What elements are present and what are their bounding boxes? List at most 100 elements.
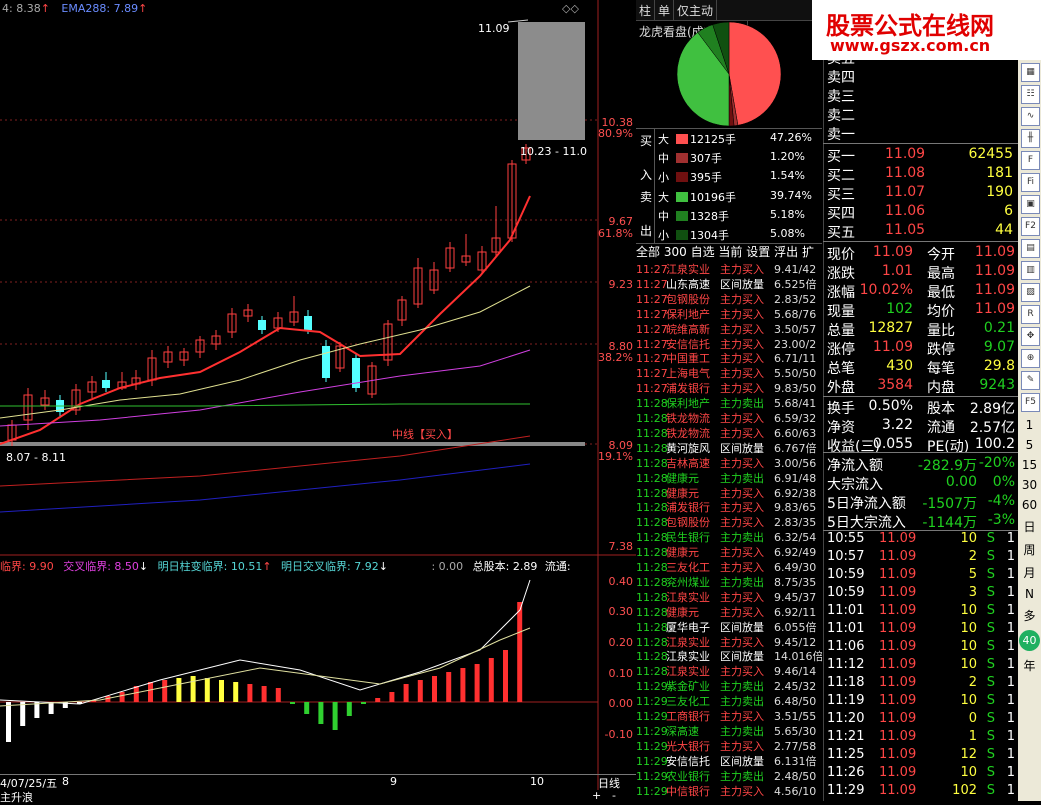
radar-tab[interactable]: 当前 (718, 245, 742, 259)
f10-icon[interactable]: F (1021, 151, 1040, 170)
radar-row[interactable]: 11:27中国重工 主力买入 6.71/11 (636, 350, 822, 365)
radar-row[interactable]: 11:28保利地产 主力卖出 5.68/41 (636, 395, 822, 410)
radar-row[interactable]: 11:27安信信托 主力买入 23.00/2 (636, 336, 822, 351)
radar-row[interactable]: 11:27浦发银行 主力买入 9.83/50 (636, 380, 822, 395)
period-button[interactable]: 5 (1018, 438, 1041, 452)
radar-tab[interactable]: 全部 (636, 245, 660, 259)
calc-icon[interactable]: ▣ (1021, 195, 1040, 214)
radar-row[interactable]: 11:28铁龙物流 主力买入 6.60/63 (636, 425, 822, 440)
tick-price: 11.09 (879, 711, 917, 726)
quote-label: 现量 (827, 304, 855, 320)
buy-level-row[interactable]: 买二 11.08 181 (827, 165, 1017, 184)
radar-row[interactable]: 11:29紫金矿业 主力卖出 2.45/32 (636, 678, 822, 693)
rsi-icon[interactable]: R (1021, 305, 1040, 324)
bottom-tab-label[interactable]: 主升浪 (0, 789, 33, 805)
buy-level-row[interactable]: 买一 11.09 62455 (827, 146, 1017, 165)
radar-row[interactable]: 11:28吉林高速 主力买入 3.00/56 (636, 455, 822, 470)
radar-row[interactable]: 11:28健康元 主力卖出 6.91/48 (636, 470, 822, 485)
buy-level-row[interactable]: 买三 11.07 190 (827, 184, 1017, 203)
f5-icon[interactable]: F5 (1021, 393, 1040, 412)
radar-row[interactable]: 11:28兖州煤业 主力卖出 8.75/35 (636, 574, 822, 589)
period-button[interactable]: 日 (1018, 518, 1041, 535)
sell-level-row: 卖四 (827, 67, 1017, 86)
radar-row[interactable]: 11:28健康元 主力买入 6.92/11 (636, 604, 822, 619)
period-label[interactable]: 日线 (598, 775, 620, 791)
radar-row[interactable]: 11:29中信银行 主力买入 4.56/10 (636, 783, 822, 798)
tab-single[interactable]: 单 (655, 0, 675, 21)
radar-row[interactable]: 11:29光大银行 主力买入 2.77/58 (636, 738, 822, 753)
radar-row[interactable]: 11:28江泉实业 主力买入 9.45/12 (636, 634, 822, 649)
period-button[interactable]: 周 (1018, 541, 1041, 558)
tick-count: 1 (1006, 693, 1015, 708)
radar-row[interactable]: 11:29三友化工 主力卖出 6.48/50 (636, 693, 822, 708)
fio-icon[interactable]: Fi (1021, 173, 1040, 192)
tick-volume: 10 (960, 693, 977, 708)
tab-active-only[interactable]: 仅主动 (674, 0, 718, 21)
radar-stock: 包钢股份 (666, 292, 710, 306)
radar-row[interactable]: 11:27保利地产 主力买入 5.68/76 (636, 306, 822, 321)
radar-row[interactable]: 11:29安信信托 区间放量 6.131倍 (636, 753, 822, 768)
radar-row[interactable]: 11:27山东高速 区间放量 6.525倍 (636, 276, 822, 291)
period-button[interactable]: 月 (1018, 564, 1041, 581)
f2-icon[interactable]: F2 (1021, 217, 1040, 236)
table-icon[interactable]: ☷ (1021, 85, 1040, 104)
chart-window-icons[interactable]: ◇◇ (562, 2, 579, 15)
kline-chart-area[interactable]: 4: 8.38↑ EMA288: 7.89↑ ◇◇ 11.09 10.23 - … (0, 0, 636, 804)
zoom-icon[interactable]: ⊕ (1021, 349, 1040, 368)
buy-level-row[interactable]: 买五 11.05 44 (827, 222, 1017, 241)
flow-percent: 1.20% (770, 150, 805, 163)
zoom-out-button[interactable]: - (612, 789, 616, 802)
kline-chart-svg[interactable] (0, 0, 636, 801)
period-button[interactable]: 年 (1018, 657, 1041, 674)
radar-row[interactable]: 11:29农业银行 主力卖出 2.48/50 (636, 768, 822, 783)
flow-size: 大 (658, 191, 669, 204)
page-icon[interactable]: ▤ (1021, 239, 1040, 258)
radar-row[interactable]: 11:28健康元 主力买入 6.92/38 (636, 485, 822, 500)
radar-row[interactable]: 11:28江泉实业 区间放量 14.016倍 (636, 648, 822, 663)
period-button[interactable]: 30 (1018, 478, 1041, 492)
radar-row[interactable]: 11:28江泉实业 主力买入 9.46/14 (636, 663, 822, 678)
box-pointer (507, 19, 529, 23)
radar-tab[interactable]: 300 (664, 245, 687, 259)
radar-action: 主力卖出 (720, 531, 764, 545)
radar-row[interactable]: 11:28健康元 主力买入 6.92/49 (636, 544, 822, 559)
radar-tab[interactable]: 设置 (746, 245, 770, 259)
tab-bar[interactable]: 柱 (636, 0, 656, 21)
zoom-in-button[interactable]: + (592, 789, 601, 802)
radar-row[interactable]: 11:28铁龙物流 主力买入 6.59/32 (636, 410, 822, 425)
period-button[interactable]: 40 (1019, 630, 1040, 651)
radar-row[interactable]: 11:27上海电气 主力买入 5.50/50 (636, 365, 822, 380)
radar-row[interactable]: 11:28民生银行 主力卖出 6.32/54 (636, 529, 822, 544)
radar-tab[interactable]: 自选 (691, 245, 715, 259)
kline-icon[interactable]: ╫ (1021, 129, 1040, 148)
bar-icon[interactable]: ▥ (1021, 261, 1040, 280)
radar-row[interactable]: 11:29工商银行 主力买入 3.51/55 (636, 708, 822, 723)
period-button[interactable]: 多 (1018, 607, 1041, 624)
radar-action: 主力买入 (720, 367, 764, 381)
radar-action: 主力买入 (720, 784, 764, 798)
radar-row[interactable]: 11:28浦发银行 主力买入 9.83/65 (636, 499, 822, 514)
chart2-icon[interactable]: ▨ (1021, 283, 1040, 302)
pen-icon[interactable]: ✎ (1021, 371, 1040, 390)
radar-row[interactable]: 11:28包钢股份 主力买入 2.83/35 (636, 514, 822, 529)
radar-row[interactable]: 11:28三友化工 主力买入 6.49/30 (636, 559, 822, 574)
line-chart-icon[interactable]: ∿ (1021, 107, 1040, 126)
arrows-icon[interactable]: ✥ (1021, 327, 1040, 346)
grid-icon[interactable]: ▦ (1021, 63, 1040, 82)
buy-level-row[interactable]: 买四 11.06 6 (827, 203, 1017, 222)
radar-row[interactable]: 11:27包钢股份 主力买入 2.83/52 (636, 291, 822, 306)
radar-row[interactable]: 11:29深高速 主力卖出 5.65/30 (636, 723, 822, 738)
radar-row[interactable]: 11:28厦华电子 区间放量 6.055倍 (636, 619, 822, 634)
radar-tab[interactable]: 扩 (802, 245, 814, 259)
radar-row[interactable]: 11:27江泉实业 主力买入 9.41/42 (636, 261, 822, 276)
quote-label: 内盘 (927, 380, 955, 396)
radar-stock: 江泉实业 (666, 665, 710, 679)
radar-row[interactable]: 11:27皖维高新 主力买入 3.50/57 (636, 321, 822, 336)
radar-row[interactable]: 11:28黄河旋风 区间放量 6.767倍 (636, 440, 822, 455)
radar-tab[interactable]: 浮出 (774, 245, 798, 259)
period-button[interactable]: 15 (1018, 458, 1041, 472)
period-button[interactable]: N (1018, 587, 1041, 601)
radar-row[interactable]: 11:28江泉实业 主力买入 9.45/37 (636, 589, 822, 604)
period-button[interactable]: 60 (1018, 498, 1041, 512)
period-button[interactable]: 1 (1018, 418, 1041, 432)
